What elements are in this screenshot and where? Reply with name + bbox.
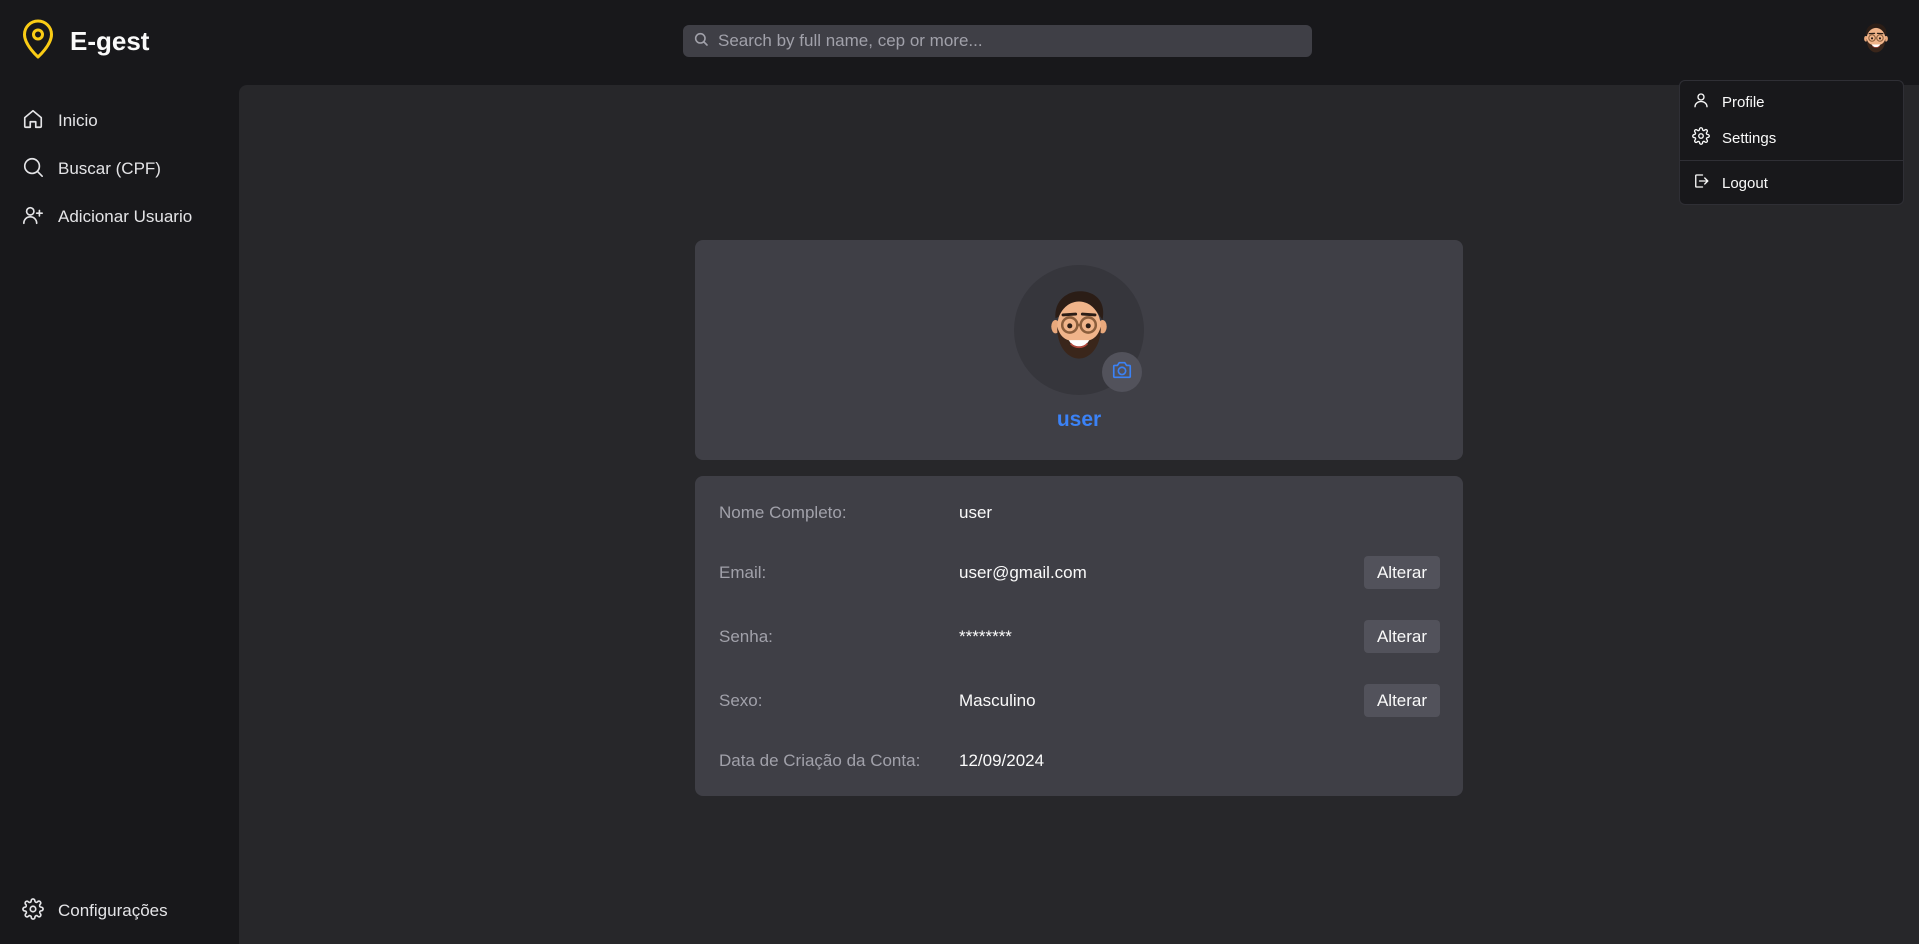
detail-row-gender: Sexo: Masculino Alterar — [695, 684, 1463, 718]
menu-item-label: Settings — [1722, 129, 1777, 147]
camera-icon — [1111, 359, 1133, 386]
app-name: E-gest — [70, 25, 150, 56]
menu-item-profile[interactable]: Profile — [1692, 88, 1765, 116]
user-plus-icon — [22, 204, 44, 231]
user-dropdown-menu: Profile Settings Logout — [1679, 80, 1904, 205]
search-input[interactable] — [718, 31, 1278, 51]
detail-label: Data de Criação da Conta: — [719, 751, 921, 770]
sidebar-item-label: Buscar (CPF) — [58, 159, 161, 178]
map-pin-icon — [20, 18, 56, 65]
menu-divider — [1680, 160, 1903, 161]
detail-value: user — [959, 503, 993, 522]
gear-icon — [22, 897, 44, 925]
sidebar: Inicio Buscar (CPF) Adicionar Usuario Co… — [0, 85, 239, 944]
gear-icon — [1692, 127, 1710, 149]
sidebar-item-inicio[interactable]: Inicio — [22, 105, 98, 137]
logout-icon — [1692, 172, 1710, 194]
detail-label: Email: — [719, 563, 767, 582]
user-icon — [1692, 91, 1710, 113]
profile-card: user — [695, 240, 1463, 460]
sidebar-item-label: Adicionar Usuario — [58, 207, 193, 226]
detail-label: Sexo: — [719, 691, 763, 710]
change-password-button[interactable]: Alterar — [1364, 620, 1440, 653]
detail-row-created-date: Data de Criação da Conta: 12/09/2024 — [695, 744, 1463, 778]
search-bar[interactable] — [683, 25, 1312, 57]
sidebar-item-configuracoes[interactable]: Configurações — [22, 895, 168, 927]
top-bar: E-gest — [0, 0, 1919, 85]
detail-value: 12/09/2024 — [959, 751, 1045, 770]
detail-value: ******** — [959, 627, 1012, 646]
sidebar-item-buscar-cpf[interactable]: Buscar (CPF) — [22, 153, 161, 185]
search-icon — [693, 31, 709, 52]
detail-label: Nome Completo: — [719, 503, 847, 522]
detail-row-email: Email: user@gmail.com Alterar — [695, 556, 1463, 590]
change-photo-button[interactable] — [1102, 352, 1142, 392]
menu-item-logout[interactable]: Logout — [1692, 169, 1768, 197]
detail-row-password: Senha: ******** Alterar — [695, 620, 1463, 654]
user-avatar-button[interactable] — [1858, 20, 1894, 56]
detail-label: Senha: — [719, 627, 773, 646]
detail-value: Masculino — [959, 691, 1036, 710]
change-email-button[interactable]: Alterar — [1364, 556, 1440, 589]
menu-item-settings[interactable]: Settings — [1692, 124, 1776, 152]
home-icon — [22, 108, 44, 135]
detail-value: user@gmail.com — [959, 563, 1087, 582]
search-icon — [22, 156, 44, 183]
menu-item-label: Profile — [1722, 93, 1765, 111]
sidebar-item-label: Inicio — [58, 111, 98, 130]
sidebar-item-adicionar-usuario[interactable]: Adicionar Usuario — [22, 201, 192, 233]
account-details-card: Nome Completo: user Email: user@gmail.co… — [695, 476, 1463, 796]
menu-item-label: Logout — [1722, 174, 1768, 192]
profile-name: user — [1056, 408, 1102, 431]
sidebar-item-label: Configurações — [58, 901, 168, 920]
change-gender-button[interactable]: Alterar — [1364, 684, 1440, 717]
detail-row-full-name: Nome Completo: user — [695, 496, 1463, 530]
brand[interactable]: E-gest — [20, 18, 150, 65]
